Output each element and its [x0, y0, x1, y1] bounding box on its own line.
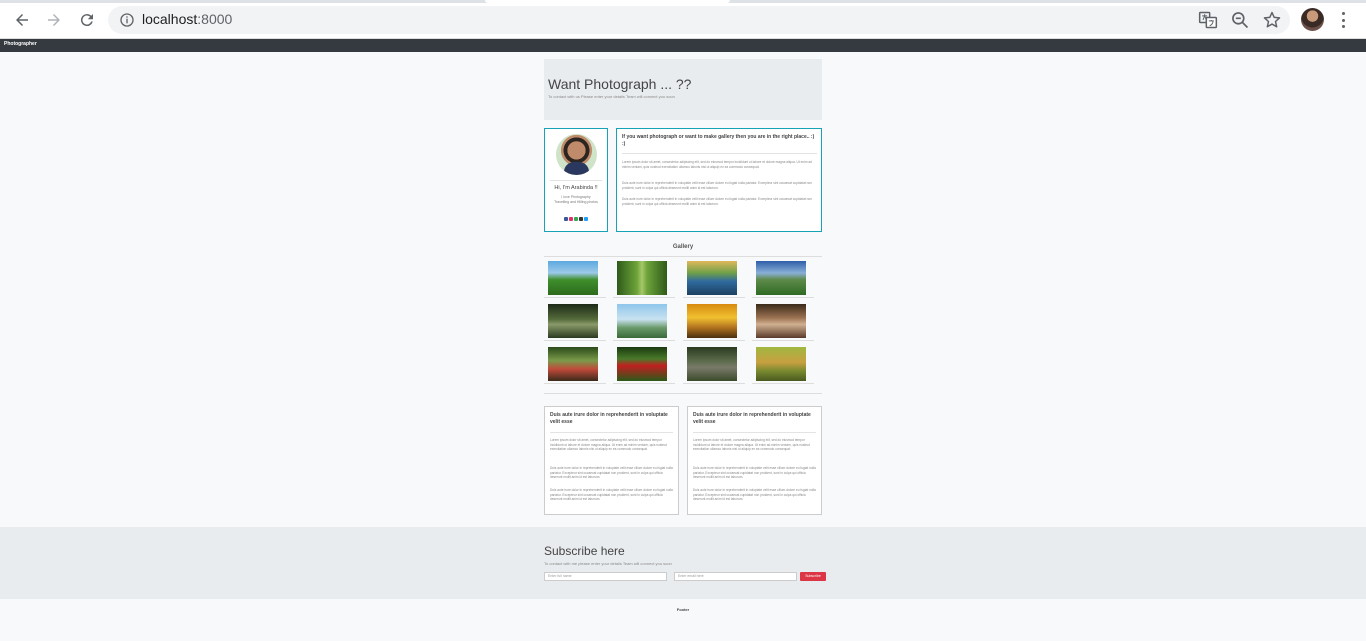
gallery-item	[752, 257, 814, 298]
profile-divider	[550, 180, 602, 181]
subscribe-heading: Subscribe here	[544, 544, 625, 558]
about-card: If you want photograph or want to make g…	[616, 128, 822, 232]
info-card-title: Duis aute irure dolor in reprehenderit i…	[693, 412, 811, 425]
info-card: Duis aute irure dolor in reprehenderit i…	[544, 406, 679, 515]
info-card-paragraph-2: Duis aute irure dolor in reprehenderit i…	[693, 466, 816, 479]
info-card: Duis aute irure dolor in reprehenderit i…	[687, 406, 822, 515]
full-name-input[interactable]: Enter full name	[544, 572, 667, 581]
info-card-paragraph-1: Lorem ipsum dolor sit amet, consectetur …	[550, 438, 667, 451]
profile-photo	[556, 134, 597, 175]
gallery-photo-person-hills[interactable]	[617, 304, 667, 338]
jumbotron-subtext: To contact with us Please enter your det…	[548, 94, 675, 99]
gallery-item	[683, 343, 745, 384]
footer: Footer	[676, 607, 690, 612]
gallery-item	[752, 343, 814, 384]
about-title: If you want photograph or want to make g…	[622, 134, 815, 147]
forward-button[interactable]	[43, 9, 65, 31]
profile-photo-shirt	[564, 162, 589, 175]
reload-button[interactable]	[76, 9, 98, 31]
info-icon[interactable]	[119, 12, 135, 28]
gallery-item	[683, 257, 745, 298]
site-navbar: Photographer	[0, 39, 1366, 52]
translate-icon[interactable]	[1198, 10, 1218, 30]
about-paragraph-2: Duis aute irure dolor in reprehenderit i…	[622, 181, 812, 190]
menu-kebab-icon[interactable]	[1340, 10, 1346, 30]
info-card-divider	[550, 432, 673, 433]
gallery-item	[613, 343, 675, 384]
social-links	[561, 217, 591, 222]
subscribe-section: Subscribe here To contact with me please…	[0, 527, 1366, 599]
info-card-paragraph-2: Duis aute irure dolor in reprehenderit i…	[550, 466, 673, 479]
about-divider	[622, 153, 817, 154]
gallery-item	[752, 300, 814, 341]
profile-name: Hi, I'm Arabinda !!	[554, 185, 598, 191]
back-button[interactable]	[11, 9, 33, 31]
gallery-title: Gallery	[672, 244, 694, 250]
google-icon[interactable]	[574, 217, 578, 221]
profile-avatar[interactable]	[1301, 8, 1324, 31]
gallery-photo-yellow-flowers-animal[interactable]	[687, 304, 737, 338]
profile-tagline-line-2: Travelling and Hilling photos	[554, 200, 598, 204]
subscribe-note: To contact with me please enter your det…	[544, 561, 672, 566]
about-paragraph-3: Duis aute irure dolor in reprehenderit i…	[622, 197, 812, 206]
active-tab[interactable]	[485, 0, 730, 3]
url-host: localhost	[142, 11, 198, 27]
profile-tagline: I love Photography Travelling and Hillin…	[545, 195, 607, 205]
gallery-photo-pets-garden[interactable]	[756, 304, 806, 338]
gallery-photo-elephant-forest[interactable]	[687, 347, 737, 381]
github-icon[interactable]	[579, 217, 583, 221]
gallery-photo-green-field-tree[interactable]	[548, 261, 598, 295]
instagram-icon[interactable]	[569, 217, 573, 221]
gallery-photo-giraffe-grassland[interactable]	[756, 347, 806, 381]
navbar-brand[interactable]: Photographer	[4, 41, 37, 47]
zoom-out-icon[interactable]	[1230, 10, 1250, 30]
gallery-photo-forest-path[interactable]	[617, 261, 667, 295]
browser-toolbar: localhost:8000	[0, 0, 1366, 39]
reload-icon	[80, 14, 93, 27]
arrow-left-icon	[16, 14, 28, 26]
gallery-item	[544, 343, 606, 384]
profile-card: Hi, I'm Arabinda !! I love Photography T…	[544, 128, 608, 232]
info-card-paragraph-3: Duis aute irure dolor in reprehenderit i…	[550, 488, 673, 501]
about-paragraph-1: Lorem ipsum dolor sit amet, consectetur …	[622, 160, 812, 169]
gallery-bottom-divider	[544, 393, 822, 394]
address-bar[interactable]: localhost:8000	[108, 6, 1290, 34]
gallery-item	[544, 300, 606, 341]
gallery-photo-red-bird[interactable]	[617, 347, 667, 381]
arrow-right-icon	[48, 14, 60, 26]
info-card-title: Duis aute irure dolor in reprehenderit i…	[550, 412, 668, 425]
info-card-divider	[693, 432, 816, 433]
facebook-icon[interactable]	[564, 217, 568, 221]
gallery-item	[683, 300, 745, 341]
gallery-photo-bridge-trees[interactable]	[548, 304, 598, 338]
gallery-photo-lake-mountains[interactable]	[687, 261, 737, 295]
star-icon[interactable]	[1262, 10, 1282, 30]
twitter-icon[interactable]	[584, 217, 588, 221]
gallery-photo-bus-forest[interactable]	[548, 347, 598, 381]
url-text: localhost:8000	[142, 11, 232, 27]
gallery-item	[613, 300, 675, 341]
jumbotron-heading: Want Photograph ... ??	[548, 76, 692, 92]
gallery-item	[613, 257, 675, 298]
info-card-paragraph-1: Lorem ipsum dolor sit amet, consectetur …	[693, 438, 810, 451]
tab-strip	[0, 0, 1366, 3]
gallery-item	[544, 257, 606, 298]
info-card-paragraph-3: Duis aute irure dolor in reprehenderit i…	[693, 488, 816, 501]
jumbotron: Want Photograph ... ?? To contact with u…	[544, 59, 822, 120]
gallery-photo-mountain-valley[interactable]	[756, 261, 806, 295]
url-port: :8000	[197, 11, 233, 27]
subscribe-button[interactable]: Subscribe	[800, 572, 826, 581]
email-input[interactable]: Enter email here	[674, 572, 797, 581]
